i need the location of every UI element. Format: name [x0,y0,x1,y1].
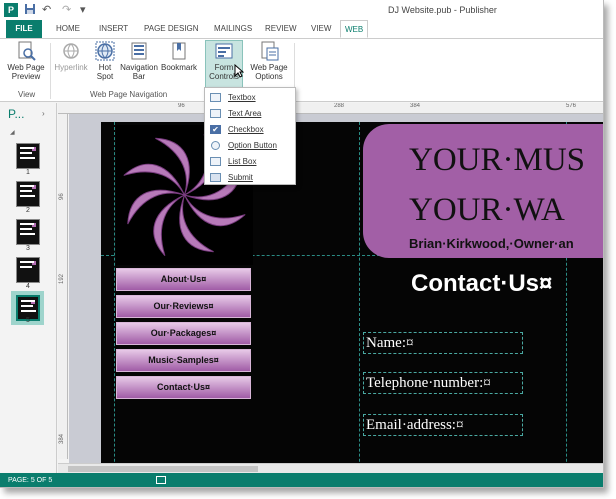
ribbon: Web Page Preview View Hyperlink Hot Spot… [0,38,603,102]
view-group-label: View [18,90,36,99]
page-indicator[interactable]: PAGE: 5 OF 5 [8,473,52,487]
web-page-options-icon [259,41,279,61]
form-controls-icon [214,41,234,61]
navigation-bar-icon [129,41,149,61]
navigation-bar-button[interactable]: Navigation Bar [119,41,159,81]
window-title: DJ Website.pub - Publisher [388,5,497,15]
nav-button-our-packages[interactable]: Our·Packages¤ [116,322,251,345]
collapse-panel-icon[interactable]: › [42,109,45,118]
hot-spot-icon [95,41,115,61]
banner-subtitle[interactable]: Brian·Kirkwood,·Owner·an [409,236,574,251]
title-bar: P ↶ ↷ ▾ DJ Website.pub - Publisher [0,0,603,20]
submit-icon [210,173,221,182]
telephone-field-label[interactable]: Telephone·number:¤ [363,372,523,394]
menu-item-submit[interactable]: Submit [205,170,295,185]
tab-view[interactable]: VIEW [307,20,335,38]
web-page-navigation-group-label: Web Page Navigation [90,90,168,99]
page-number-3: 3 [26,245,30,252]
scrollbar-thumb[interactable] [68,466,258,472]
ribbon-tabs: FILE HOME INSERT PAGE DESIGN MAILINGS RE… [0,20,603,38]
expand-arrow-icon[interactable]: ◢ [10,129,15,136]
form-controls-menu: Textbox Text Area ✔ Checkbox Option Butt… [204,87,296,185]
nav-button-about-us[interactable]: About·Us¤ [116,268,251,291]
page-thumbnail-4[interactable] [16,257,40,283]
bookmark-icon [169,41,189,61]
redo-icon[interactable]: ↷ [62,3,71,17]
menu-item-list-box[interactable]: List Box [205,154,295,169]
page-thumbnail-1[interactable] [16,143,40,169]
menu-item-option-button[interactable]: Option Button [205,138,295,153]
checkbox-icon: ✔ [210,125,221,134]
layout-guide [359,122,360,463]
list-box-icon [210,157,221,166]
publisher-window: P ↶ ↷ ▾ DJ Website.pub - Publisher FILE … [0,0,604,488]
tab-web[interactable]: WEB [340,20,369,38]
page-number-4: 4 [26,283,30,290]
banner-heading-line-2[interactable]: YOUR·WA [409,192,565,229]
page-number-5: 5 [26,317,30,324]
publisher-app-icon[interactable]: P [4,3,18,17]
textbox-icon [210,93,221,102]
nav-button-music-samples[interactable]: Music·Samples¤ [116,349,251,372]
undo-icon[interactable]: ↶ [42,3,51,17]
bookmark-button[interactable]: Bookmark [160,41,198,72]
text-area-icon [210,109,221,118]
hyperlink-icon [61,41,81,61]
group-separator [50,43,51,99]
tab-home[interactable]: HOME [52,20,84,38]
save-icon[interactable] [24,3,36,19]
hyperlink-button[interactable]: Hyperlink [52,41,90,72]
horizontal-scrollbar[interactable] [58,463,603,473]
document-canvas[interactable]: About·Us¤ Our·Reviews¤ Our·Packages¤ Mus… [69,114,603,463]
email-field-label[interactable]: Email·address:¤ [363,414,523,436]
tab-review[interactable]: REVIEW [261,20,301,38]
object-position-icon [156,476,166,484]
tab-file[interactable]: FILE [6,20,42,38]
page-thumbnail-2[interactable] [16,181,40,207]
web-page-options-button[interactable]: Web Page Options [246,41,292,81]
page-thumbnail-3[interactable] [16,219,40,245]
mouse-pointer-icon [234,64,244,78]
page-number-2: 2 [26,207,30,214]
menu-item-textbox[interactable]: Textbox [205,90,295,105]
tab-page-design[interactable]: PAGE DESIGN [140,20,203,38]
menu-item-text-area[interactable]: Text Area [205,106,295,121]
pages-panel: P... › ◢ 1 2 3 4 5 [0,103,57,473]
web-page-preview-icon [16,41,36,61]
hot-spot-button[interactable]: Hot Spot [91,41,119,81]
pages-panel-title: P... [8,107,25,121]
nav-button-our-reviews[interactable]: Our·Reviews¤ [116,295,251,318]
web-page-preview-button[interactable]: Web Page Preview [6,41,46,81]
banner-heading-line-1[interactable]: YOUR·MUS [409,142,585,179]
option-button-icon [211,141,220,150]
quick-access-customize-icon[interactable]: ▾ [80,3,86,17]
page-number-1: 1 [26,169,30,176]
contact-us-heading[interactable]: Contact·Us¤ [411,270,552,298]
nav-button-contact-us[interactable]: Contact·Us¤ [116,376,251,399]
vertical-ruler[interactable]: 96 192 384 [58,114,68,459]
horizontal-ruler[interactable]: 96 288 384 576 [58,103,603,114]
menu-item-checkbox[interactable]: ✔ Checkbox [205,122,295,137]
name-field-label[interactable]: Name:¤ [363,332,523,354]
status-bar: PAGE: 5 OF 5 [0,473,603,487]
tab-mailings[interactable]: MAILINGS [210,20,256,38]
layout-guide [114,122,115,463]
publication-page[interactable]: About·Us¤ Our·Reviews¤ Our·Packages¤ Mus… [101,122,603,463]
tab-insert[interactable]: INSERT [95,20,132,38]
